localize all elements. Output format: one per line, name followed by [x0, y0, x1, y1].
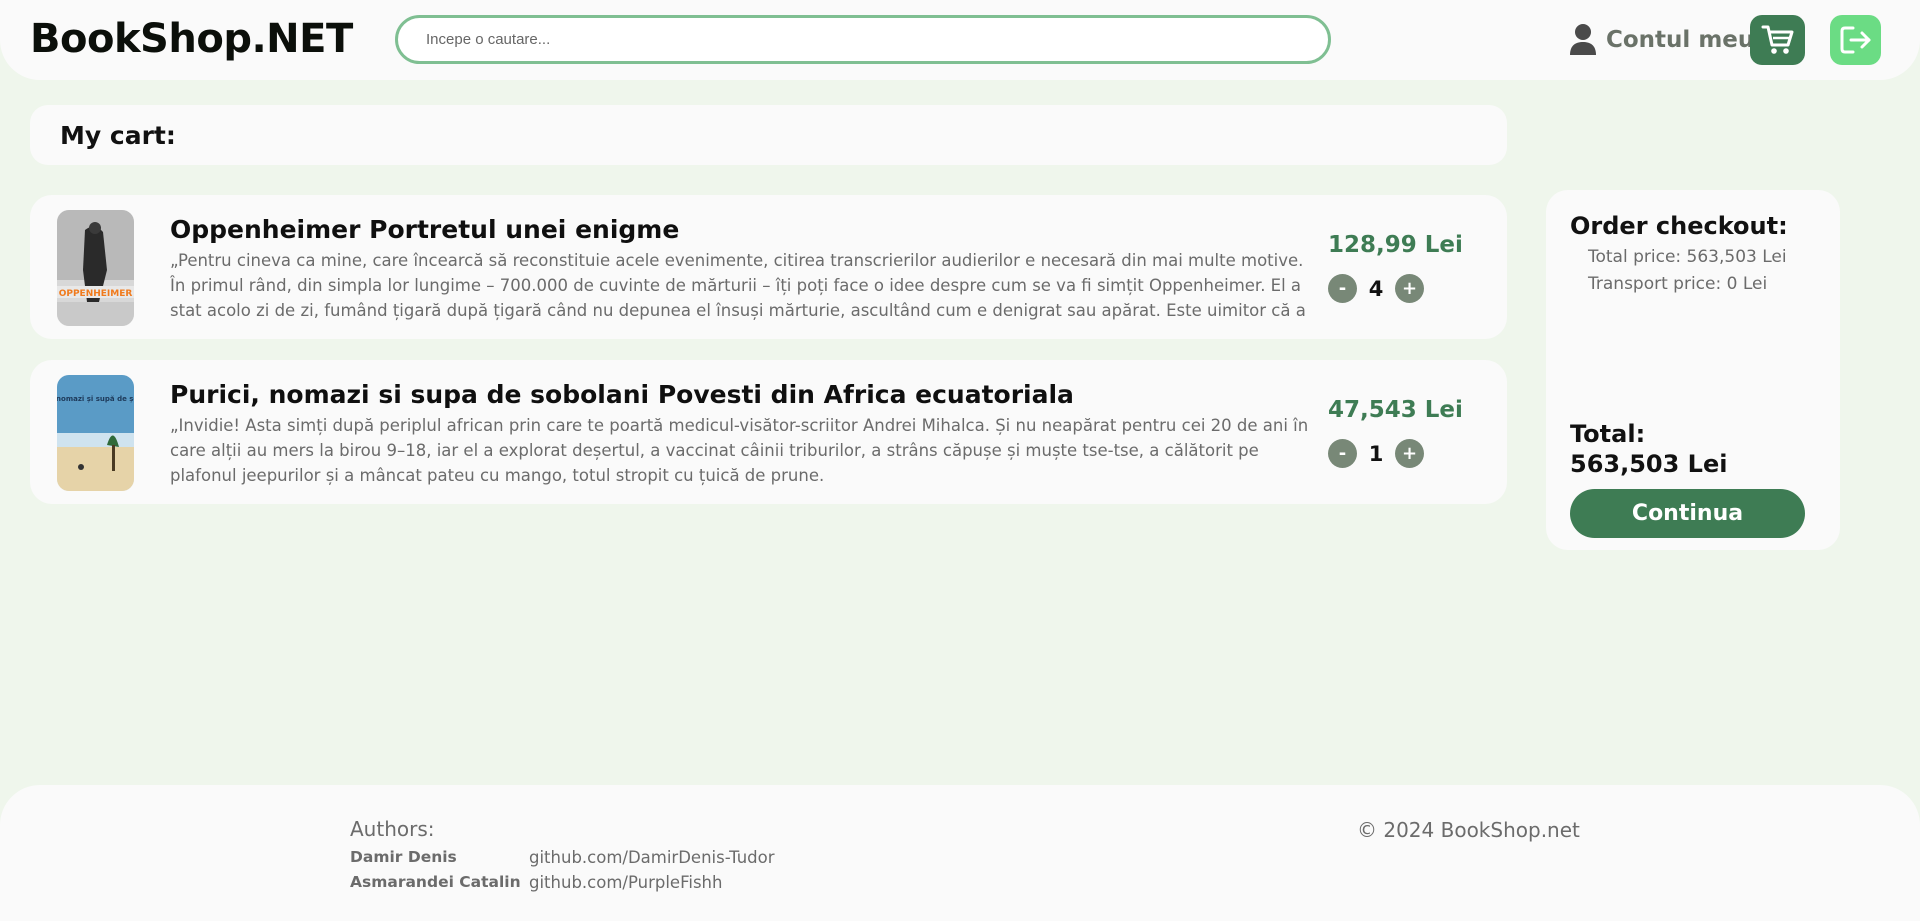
item-price: 47,543 Lei	[1328, 397, 1463, 423]
shopping-cart-icon	[1761, 25, 1793, 54]
total-price-line: Total price: 563,503 Lei	[1588, 247, 1787, 267]
item-description: „Pentru cineva ca mine, care încearcă să…	[170, 251, 1306, 328]
logout-button[interactable]	[1830, 15, 1881, 65]
order-checkout-panel: Order checkout: Total price: 563,503 Lei…	[1546, 190, 1840, 550]
item-title[interactable]: Purici, nomazi si supa de sobolani Poves…	[170, 380, 1074, 409]
checkout-title: Order checkout:	[1570, 212, 1788, 240]
authors-label: Authors:	[350, 817, 435, 841]
logo[interactable]: BookShop.NET	[30, 16, 353, 62]
quantity-value: 1	[1368, 441, 1384, 466]
increase-quantity-button[interactable]: +	[1395, 274, 1424, 303]
cart-heading-bar: My cart:	[30, 105, 1507, 165]
author-github-link[interactable]: github.com/DamirDenis-Tudor	[529, 848, 775, 867]
logout-icon	[1840, 26, 1870, 54]
total-label: Total:	[1570, 420, 1646, 448]
increase-quantity-button[interactable]: +	[1395, 439, 1424, 468]
footer: Authors: Damir Denis github.com/DamirDen…	[0, 785, 1920, 921]
cart-item: Purici, nomazi și supă de șobolani Puric…	[30, 360, 1507, 504]
decrease-quantity-button[interactable]: -	[1328, 274, 1357, 303]
cart-button[interactable]	[1750, 15, 1805, 65]
account-link[interactable]: Contul meu	[1568, 22, 1754, 58]
author-name: Damir Denis	[350, 848, 457, 866]
cart-item: OPPENHEIMER Oppenheimer Portretul unei e…	[30, 195, 1507, 339]
author-github-link[interactable]: github.com/PurpleFishh	[529, 873, 722, 892]
author-name: Asmarandei Catalin	[350, 873, 521, 891]
total-value: 563,503 Lei	[1570, 450, 1728, 478]
cover-title: OPPENHEIMER	[59, 289, 133, 299]
continue-button[interactable]: Continua	[1570, 489, 1805, 538]
decrease-quantity-button[interactable]: -	[1328, 439, 1357, 468]
quantity-value: 4	[1368, 276, 1384, 301]
transport-price-line: Transport price: 0 Lei	[1588, 274, 1768, 294]
cover-title: Purici, nomazi și supă de șobolani	[57, 395, 134, 403]
quantity-stepper: - 4 +	[1328, 274, 1424, 303]
search-input[interactable]	[395, 15, 1331, 64]
copyright: © 2024 BookShop.net	[1357, 818, 1580, 842]
user-icon	[1570, 24, 1596, 55]
account-label: Contul meu	[1606, 27, 1755, 53]
item-title[interactable]: Oppenheimer Portretul unei enigme	[170, 215, 679, 244]
book-cover[interactable]: OPPENHEIMER	[57, 210, 134, 326]
item-description: „Invidie! Asta simți după periplul afric…	[170, 416, 1309, 485]
book-cover[interactable]: Purici, nomazi și supă de șobolani	[57, 375, 134, 491]
item-price: 128,99 Lei	[1328, 232, 1463, 258]
quantity-stepper: - 1 +	[1328, 439, 1424, 468]
cart-title: My cart:	[60, 120, 176, 150]
header: BookShop.NET Contul meu	[0, 0, 1920, 80]
